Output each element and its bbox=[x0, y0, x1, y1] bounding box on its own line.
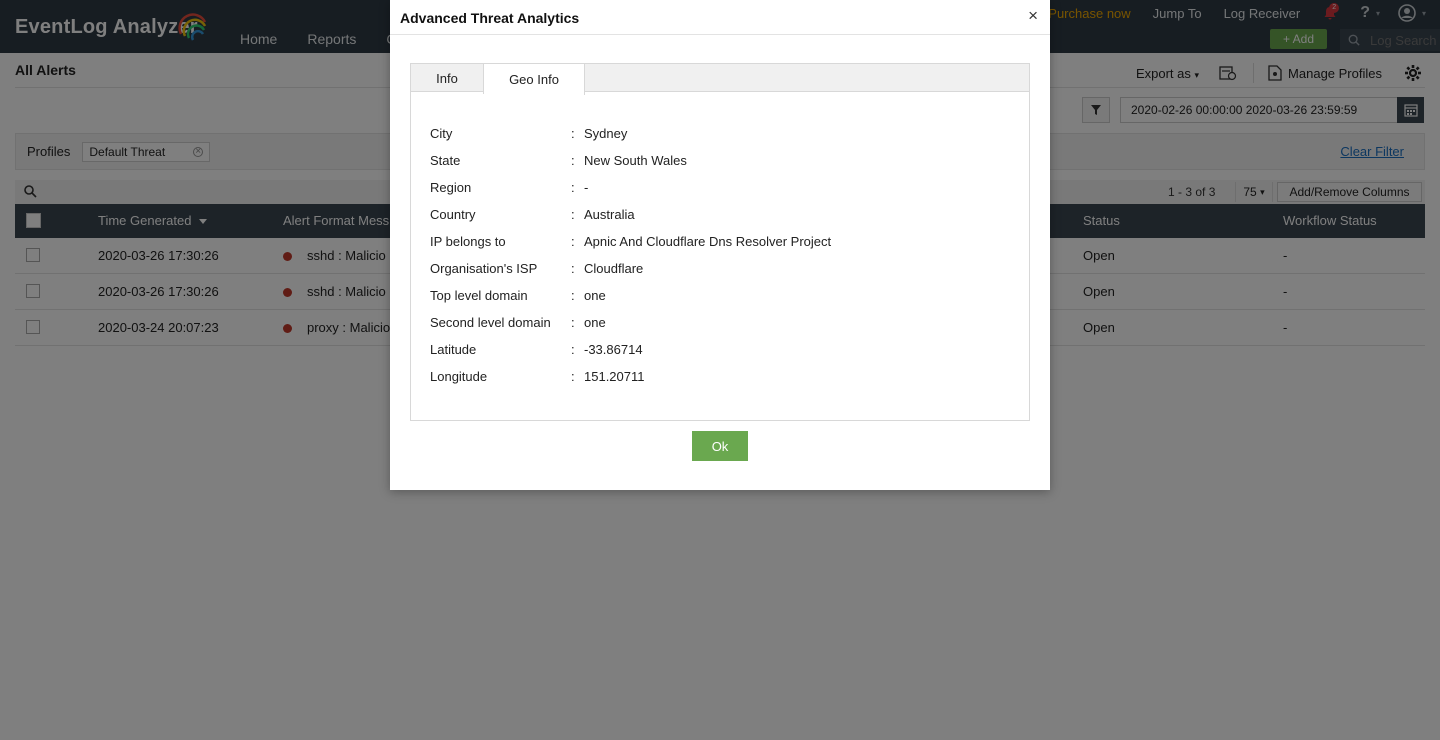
geo-value: one bbox=[584, 288, 606, 303]
geo-label: City bbox=[430, 126, 453, 141]
geo-value: 151.20711 bbox=[584, 369, 645, 384]
geo-colon: : bbox=[571, 369, 575, 384]
geo-colon: : bbox=[571, 180, 575, 195]
geo-label: State bbox=[430, 153, 461, 168]
geo-value: Australia bbox=[584, 207, 635, 222]
geo-label: Latitude bbox=[430, 342, 477, 357]
geo-colon: : bbox=[571, 234, 575, 249]
ok-button[interactable]: Ok bbox=[692, 431, 748, 461]
geo-value: -33.86714 bbox=[584, 342, 643, 357]
geo-label: Region bbox=[430, 180, 472, 195]
geo-colon: : bbox=[571, 207, 575, 222]
threat-analytics-dialog: Advanced Threat Analytics × Info Geo Inf… bbox=[390, 0, 1050, 490]
dialog-header: Advanced Threat Analytics × bbox=[390, 0, 1050, 35]
geo-value: Sydney bbox=[584, 126, 628, 141]
geo-value: Cloudflare bbox=[584, 261, 644, 276]
geo-value: - bbox=[584, 180, 589, 195]
tab-geo-info[interactable]: Geo Info bbox=[484, 63, 585, 95]
geo-value: Apnic And Cloudflare Dns Resolver Projec… bbox=[584, 234, 832, 249]
geo-label: IP belongs to bbox=[430, 234, 506, 249]
geo-colon: : bbox=[571, 288, 575, 303]
geo-info-panel: City : Sydney State : New South Wales Re… bbox=[410, 92, 1030, 421]
geo-colon: : bbox=[571, 261, 575, 276]
dialog-tabs: Info Geo Info bbox=[410, 63, 1030, 95]
dialog-title: Advanced Threat Analytics bbox=[400, 10, 580, 26]
tab-info[interactable]: Info bbox=[411, 63, 484, 94]
geo-label: Country bbox=[430, 207, 476, 222]
geo-label: Second level domain bbox=[430, 315, 551, 330]
geo-colon: : bbox=[571, 315, 575, 330]
close-icon[interactable]: × bbox=[1028, 6, 1038, 26]
geo-colon: : bbox=[571, 126, 575, 141]
geo-colon: : bbox=[571, 153, 575, 168]
geo-value: New South Wales bbox=[584, 153, 687, 168]
geo-label: Longitude bbox=[430, 369, 488, 384]
geo-colon: : bbox=[571, 342, 575, 357]
geo-label: Organisation's ISP bbox=[430, 261, 538, 276]
geo-label: Top level domain bbox=[430, 288, 528, 303]
geo-value: one bbox=[584, 315, 606, 330]
